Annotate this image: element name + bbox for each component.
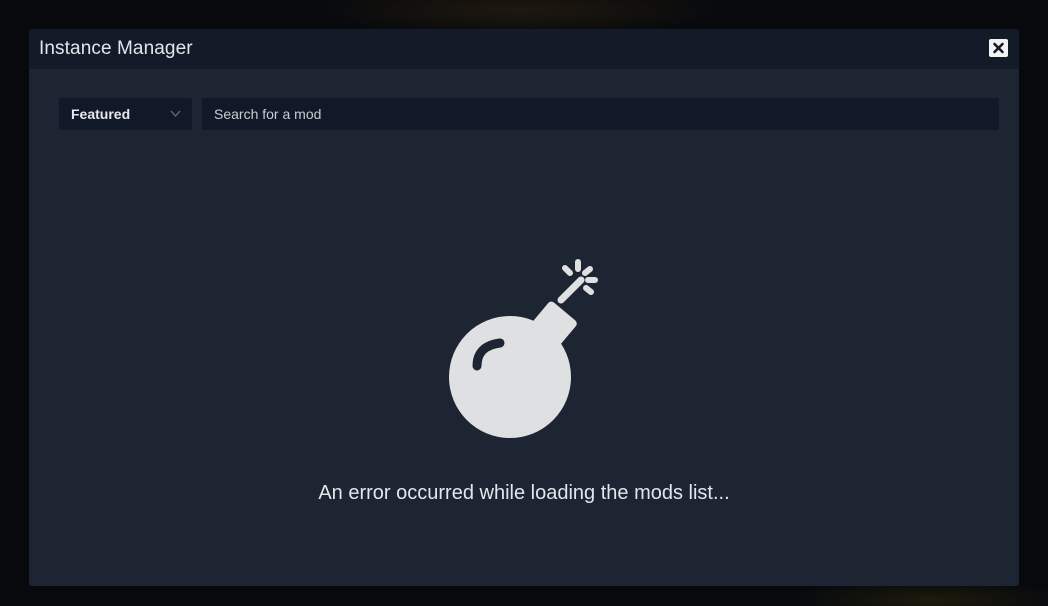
search-input[interactable] xyxy=(202,98,999,130)
bomb-icon xyxy=(449,259,598,438)
modal-header: Instance Manager xyxy=(29,29,1019,69)
modal-title: Instance Manager xyxy=(39,38,193,59)
instance-manager-modal: Instance Manager Featured An error occur xyxy=(29,29,1019,586)
error-message: An error occurred while loading the mods… xyxy=(318,482,730,504)
close-icon xyxy=(993,42,1004,54)
sort-select[interactable]: Featured xyxy=(59,98,192,130)
sort-selected-value: Featured xyxy=(71,106,131,122)
close-button[interactable] xyxy=(989,39,1008,57)
chevron-down-icon xyxy=(170,110,181,117)
